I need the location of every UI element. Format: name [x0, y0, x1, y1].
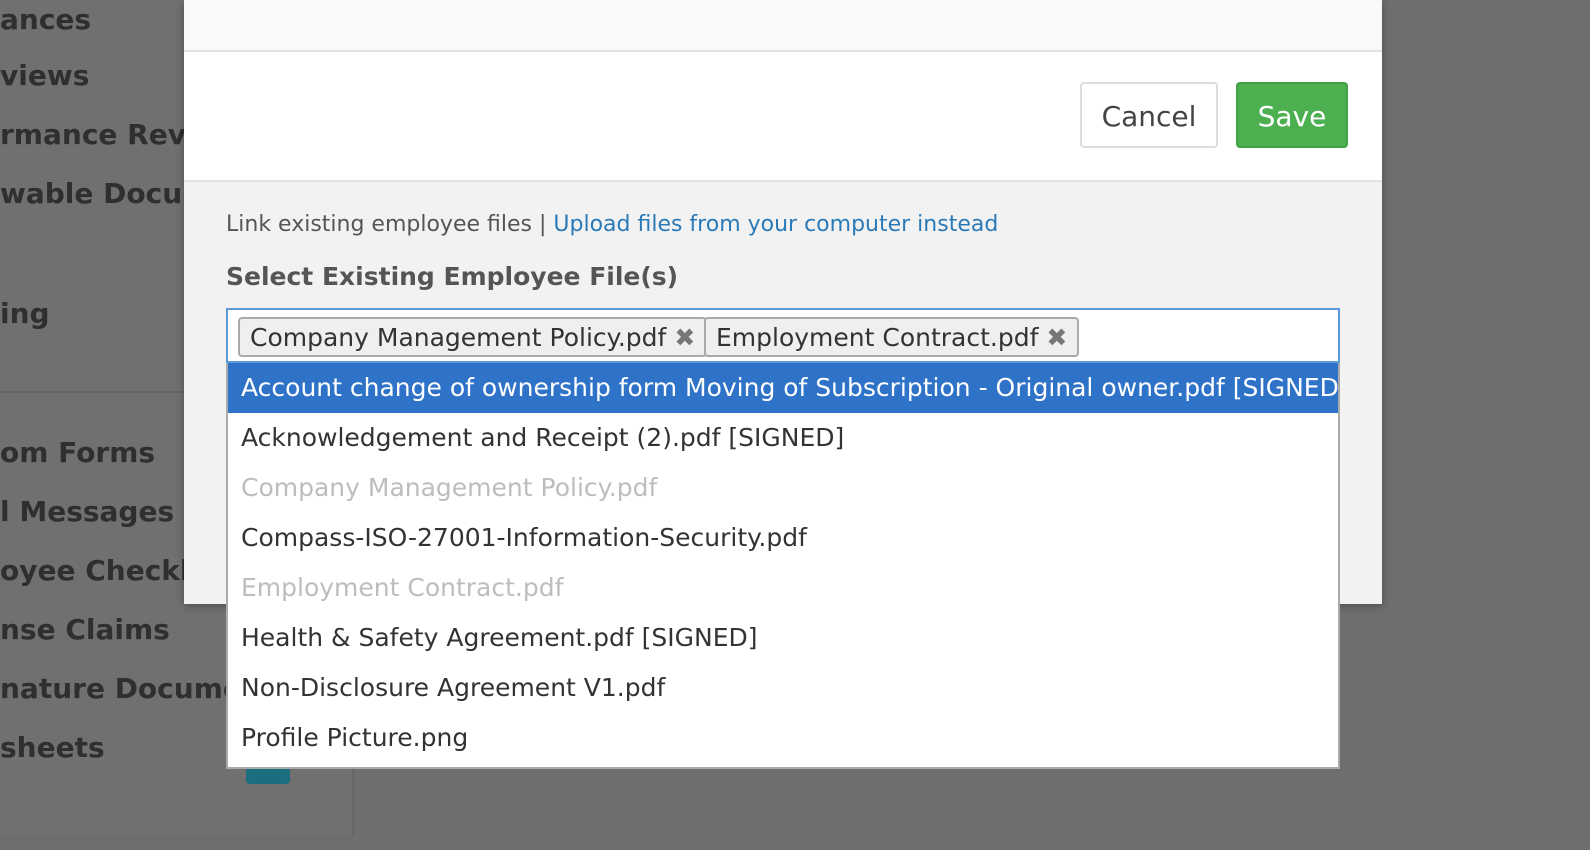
dropdown-option[interactable]: Compass-ISO-27001-Information-Security.p… — [228, 513, 1338, 563]
tag-label: Company Management Policy.pdf — [250, 323, 667, 352]
sidebar-item[interactable]: nse Claims — [0, 610, 185, 650]
sidebar-item[interactable]: ing — [0, 294, 185, 334]
cancel-button[interactable]: Cancel — [1080, 82, 1218, 148]
selected-tag: Employment Contract.pdf ✖ — [704, 317, 1080, 357]
remove-tag-icon[interactable]: ✖ — [1046, 323, 1067, 352]
file-source-toggle: Link existing employee files | Upload fi… — [226, 212, 998, 237]
dropdown-option-disabled: Company Management Policy.pdf — [241, 473, 658, 502]
dropdown-option[interactable]: Profile Picture.png — [228, 713, 1338, 763]
sidebar-item[interactable]: nature Documents — [0, 669, 250, 709]
remove-tag-icon[interactable]: ✖ — [674, 323, 695, 352]
sidebar-item[interactable]: l Messages — [0, 492, 185, 532]
save-button[interactable]: Save — [1236, 82, 1348, 148]
field-label: Select Existing Employee File(s) — [226, 262, 679, 291]
employee-files-multiselect[interactable]: Company Management Policy.pdf ✖ Employmen… — [226, 308, 1340, 363]
upload-files-link[interactable]: Upload files from your computer instead — [553, 212, 998, 237]
sidebar-item[interactable]: views — [0, 56, 185, 96]
modal-footer: Cancel Save — [184, 52, 1382, 182]
dropdown-option[interactable]: Non-Disclosure Agreement V1.pdf — [228, 663, 1338, 713]
files-dropdown-list: Account change of ownership form Moving … — [226, 363, 1340, 769]
mode-text: Link existing employee files | — [226, 212, 547, 237]
sidebar-item[interactable]: rmance Revie — [0, 115, 185, 155]
sidebar-item[interactable]: oyee Checklist — [0, 551, 185, 591]
sidebar-item[interactable]: wable Docume — [0, 174, 185, 214]
dropdown-option[interactable]: Health & Safety Agreement.pdf [SIGNED] — [228, 613, 1338, 663]
selected-tag: Company Management Policy.pdf ✖ — [238, 317, 708, 357]
dropdown-option-disabled: Employment Contract.pdf — [241, 573, 564, 602]
sidebar-item[interactable]: om Forms — [0, 433, 185, 473]
sidebar-item[interactable]: ances — [0, 0, 185, 40]
dropdown-option[interactable]: Acknowledgement and Receipt (2).pdf [SIG… — [228, 413, 1338, 463]
sidebar-item[interactable]: sheets — [0, 728, 185, 768]
modal-body-top — [184, 0, 1382, 52]
tag-label: Employment Contract.pdf — [716, 323, 1039, 352]
dropdown-option[interactable]: Account change of ownership form Moving … — [228, 363, 1338, 413]
